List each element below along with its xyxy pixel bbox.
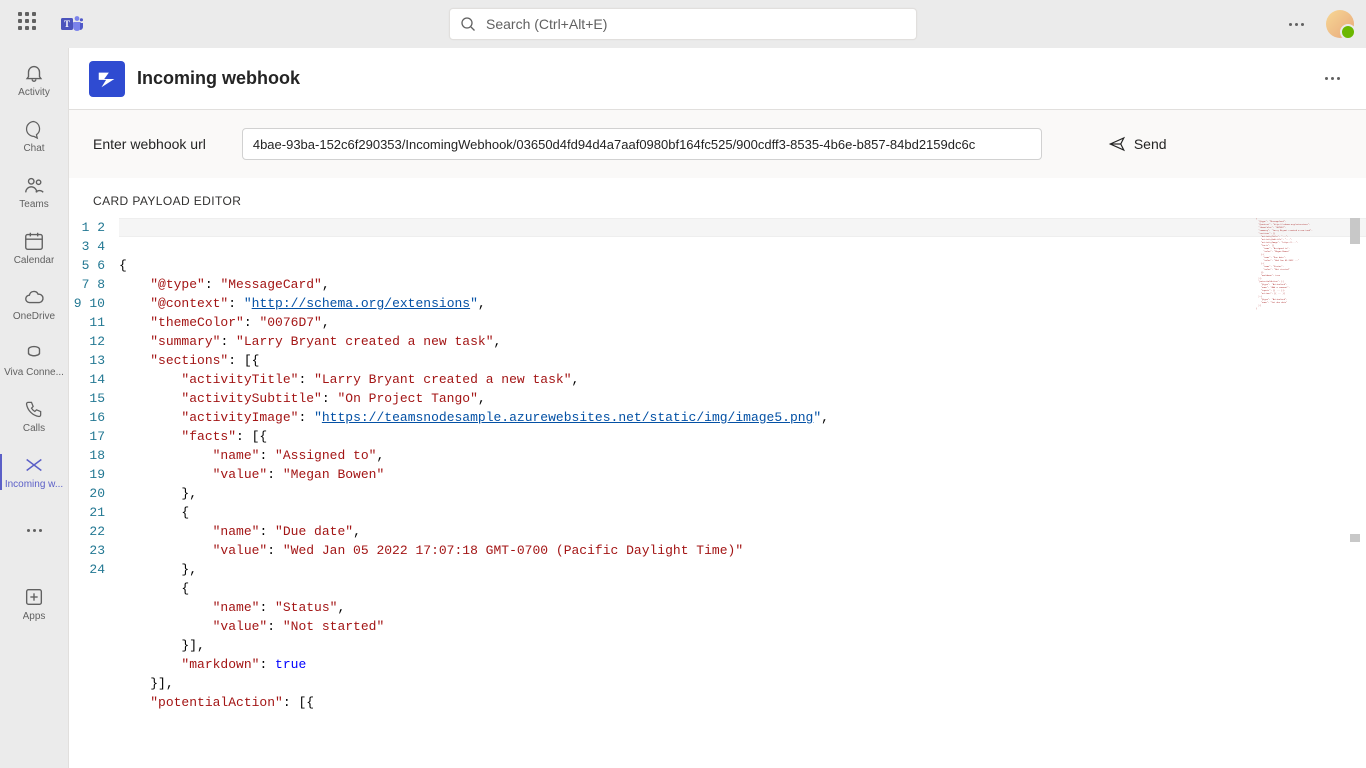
webhook-url-row: Enter webhook url Send [69, 110, 1366, 178]
rail-teams[interactable]: Teams [0, 164, 68, 220]
search-icon [460, 16, 476, 32]
rail-onedrive[interactable]: OneDrive [0, 276, 68, 332]
rail-label: OneDrive [13, 311, 55, 323]
user-avatar[interactable] [1326, 10, 1354, 38]
editor-code[interactable]: { "@type": "MessageCard", "@context": "h… [119, 218, 1366, 768]
cloud-icon [22, 285, 46, 309]
rail-incoming-webhook[interactable]: Incoming w... [0, 444, 68, 500]
send-icon [1108, 135, 1126, 153]
rail-label: Calls [23, 423, 45, 435]
bell-icon [22, 61, 46, 85]
page-more-icon[interactable] [1319, 71, 1346, 86]
svg-text:T: T [64, 19, 70, 29]
rail-label: Viva Conne... [4, 367, 64, 379]
content-area: Incoming webhook Enter webhook url Send … [68, 48, 1366, 768]
rail-activity[interactable]: Activity [0, 52, 68, 108]
rail-label: Apps [23, 611, 46, 623]
webhook-url-label: Enter webhook url [93, 136, 206, 152]
app-launcher-icon[interactable] [18, 12, 42, 36]
send-label: Send [1134, 136, 1167, 152]
viva-icon [22, 341, 46, 365]
search-box[interactable] [449, 8, 917, 40]
page-header: Incoming webhook [69, 48, 1366, 110]
search-input[interactable] [486, 16, 906, 32]
rail-apps[interactable]: Apps [0, 576, 68, 632]
rail-label: Teams [19, 199, 48, 211]
rail-calls[interactable]: Calls [0, 388, 68, 444]
rail-more[interactable] [0, 502, 68, 558]
rail-calendar[interactable]: Calendar [0, 220, 68, 276]
people-icon [22, 173, 46, 197]
rail-label: Calendar [14, 255, 55, 267]
flow-icon [22, 453, 46, 477]
calendar-icon [22, 229, 46, 253]
webhook-url-input[interactable] [242, 128, 1042, 160]
code-editor[interactable]: 1 2 3 4 5 6 7 8 9 10 11 12 13 14 15 16 1… [69, 218, 1366, 768]
editor-minimap[interactable]: { "@type": "MessageCard", "@context": "h… [1256, 218, 1342, 338]
rail-label: Incoming w... [5, 479, 63, 491]
send-button[interactable]: Send [1098, 129, 1177, 159]
apps-icon [22, 585, 46, 609]
rail-label: Activity [18, 87, 50, 99]
rail-chat[interactable]: Chat [0, 108, 68, 164]
page-title: Incoming webhook [137, 68, 300, 89]
ellipsis-icon [22, 518, 46, 542]
rail-label: Chat [23, 143, 44, 155]
editor-scrollbar[interactable] [1350, 218, 1360, 768]
app-tile-icon [89, 61, 125, 97]
top-bar: T [0, 0, 1366, 48]
app-rail: Activity Chat Teams Calendar OneDrive Vi… [0, 48, 68, 768]
rail-viva[interactable]: Viva Conne... [0, 332, 68, 388]
phone-icon [22, 397, 46, 421]
editor-gutter: 1 2 3 4 5 6 7 8 9 10 11 12 13 14 15 16 1… [69, 218, 119, 768]
editor-label: CARD PAYLOAD EDITOR [69, 188, 1366, 218]
chat-icon [22, 117, 46, 141]
more-options-icon[interactable] [1283, 17, 1310, 32]
teams-logo-icon: T [60, 12, 84, 36]
